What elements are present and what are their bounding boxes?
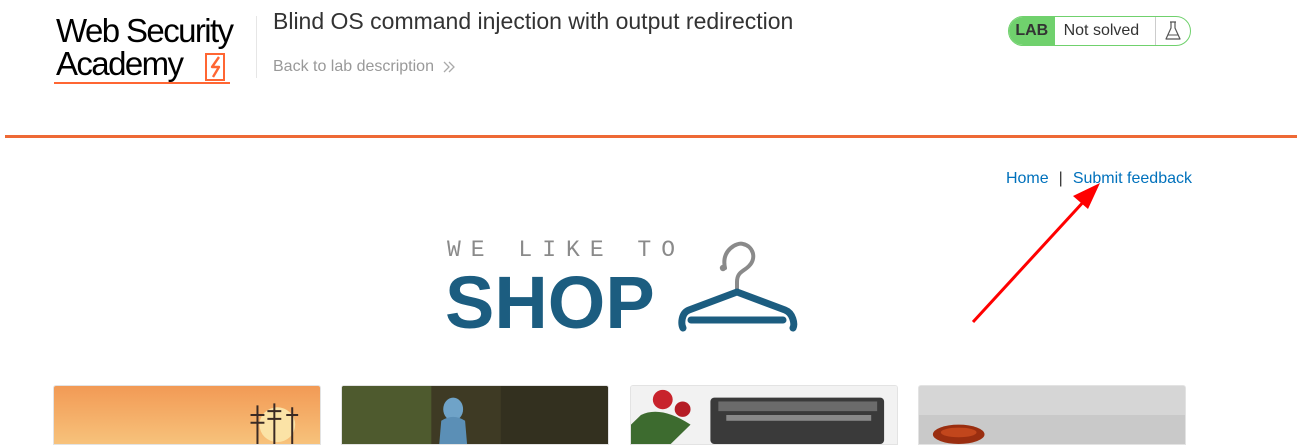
roses-typewriter-image (631, 386, 897, 444)
nav-separator: | (1058, 170, 1063, 187)
logo-line2: Academy (56, 45, 184, 82)
logo-underline (54, 82, 230, 84)
hanger-icon (678, 241, 798, 332)
product-image[interactable] (341, 385, 609, 445)
lab-status-widget: LAB Not solved (1008, 16, 1191, 46)
bolt-icon (205, 53, 225, 81)
product-image[interactable] (53, 385, 321, 445)
shop-logo: WE LIKE TO SHOP (445, 236, 805, 343)
back-link-label: Back to lab description (273, 58, 434, 75)
header-divider (256, 16, 257, 78)
product-image[interactable] (918, 385, 1186, 445)
sunset-masts-image (54, 386, 320, 444)
grey-object-image (919, 386, 1185, 444)
top-nav: Home | Submit feedback (1006, 170, 1192, 188)
logo-line1: Web Security (56, 12, 234, 49)
blue-statue-image (342, 386, 608, 444)
product-image[interactable] (630, 385, 898, 445)
back-to-lab-link[interactable]: Back to lab description (273, 58, 456, 76)
header-rule (5, 135, 1297, 138)
lab-status-text: Not solved (1063, 22, 1140, 39)
lab-title: Blind OS command injection with output r… (273, 8, 794, 34)
lab-header: Web Security Academy Blind OS command in… (0, 0, 1302, 136)
lab-status-tag: LAB (1009, 17, 1055, 45)
flask-icon (1154, 17, 1190, 45)
academy-logo[interactable]: Web Security Academy (54, 14, 254, 86)
home-link[interactable]: Home (1006, 170, 1049, 188)
shop-wordmark: SHOP (445, 261, 655, 344)
submit-feedback-link[interactable]: Submit feedback (1073, 170, 1192, 188)
double-chevron-right-icon (443, 61, 455, 73)
shop-tagline: WE LIKE TO (447, 237, 686, 263)
